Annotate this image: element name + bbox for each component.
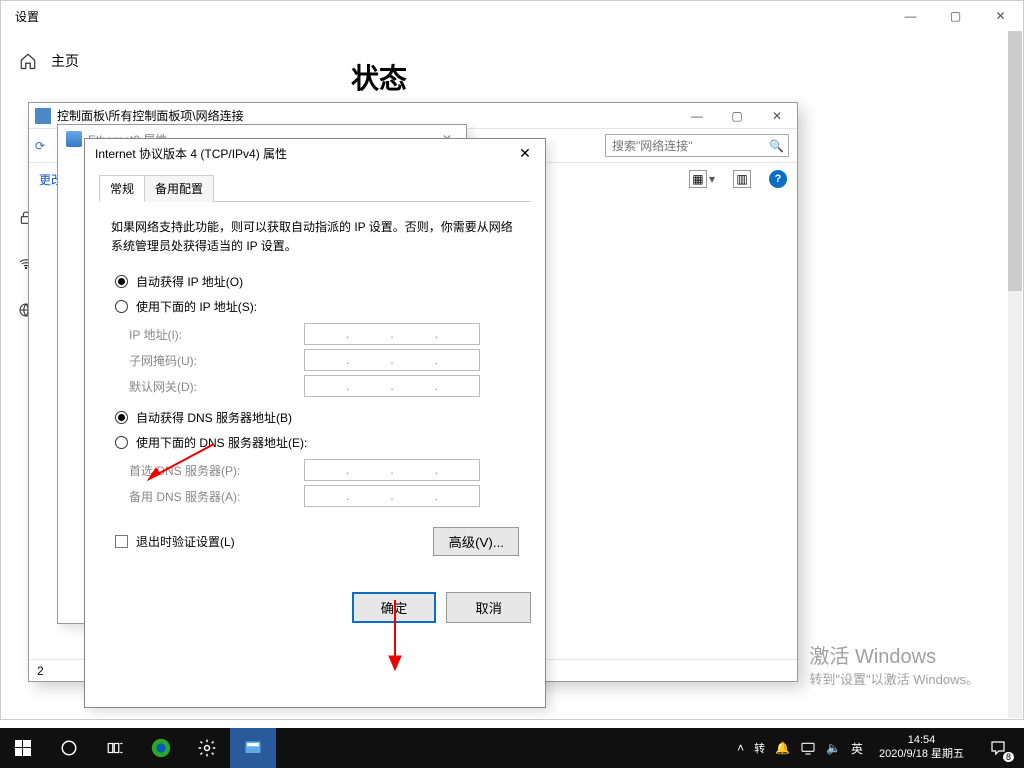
radio-ip-manual[interactable]: 使用下面的 IP 地址(S): [115,298,519,315]
tab-general[interactable]: 常规 [99,175,145,202]
minimize-icon[interactable]: — [888,1,933,31]
checkbox-icon[interactable] [115,535,128,548]
control-panel-icon [243,738,263,758]
close-icon[interactable]: ✕ [505,139,545,167]
ipv4-description: 如果网络支持此功能，则可以获取自动指派的 IP 设置。否则，你需要从网络系统管理… [111,218,519,255]
cp-icon [35,108,51,124]
refresh-icon[interactable]: ⟳ [29,135,51,157]
subnet-mask-input: ... [304,349,480,371]
ipv4-titlebar: Internet 协议版本 4 (TCP/IPv4) 属性 ✕ [85,139,545,167]
volume-icon[interactable]: 🔈 [826,741,841,755]
home-icon [19,52,37,70]
ipv4-tabs: 常规 备用配置 [99,175,531,202]
field-label: 子网掩码(U): [129,352,304,369]
field-ip-address: IP 地址(I): ... [129,323,519,345]
validate-on-exit-row: 退出时验证设置(L) 高级(V)... [115,527,519,556]
radio-icon [115,436,128,449]
task-view-button[interactable] [92,728,138,768]
gear-icon [197,738,217,758]
network-adapter-icon [66,131,82,147]
windows-logo-icon [15,740,31,756]
annotation-arrow-dns-auto [146,442,216,485]
cp-view-controls: ▦▾ ▥ ? [689,170,787,188]
search-icon[interactable]: 🔍 [769,139,784,153]
radio-icon [115,411,128,424]
close-icon[interactable]: ✕ [978,1,1023,31]
cortana-button[interactable] [46,728,92,768]
maximize-icon[interactable]: ▢ [717,103,757,128]
annotation-arrow-ok [380,598,410,676]
radio-label: 自动获得 DNS 服务器地址(B) [136,409,292,426]
cp-item-count: 2 [37,664,44,678]
settings-home-link[interactable]: 主页 [1,41,321,81]
field-label: 默认网关(D): [129,378,304,395]
field-gateway: 默认网关(D): ... [129,375,519,397]
ip-address-input: ... [304,323,480,345]
watermark-line2: 转到"设置"以激活 Windows。 [809,669,979,688]
clock-date: 2020/9/18 星期五 [879,748,964,762]
settings-title: 设置 [15,8,39,25]
cp-search-input[interactable]: 🔍 [605,134,789,157]
advanced-button[interactable]: 高级(V)... [433,527,519,556]
taskbar-app-settings[interactable] [184,728,230,768]
edge-icon [150,737,172,759]
cp-breadcrumb[interactable]: 控制面板\所有控制面板项\网络连接 [57,107,244,124]
field-dns-alt: 备用 DNS 服务器(A): ... [129,485,519,507]
status-heading: 状态 [351,57,993,97]
clock-time: 14:54 [879,734,964,748]
radio-dns-auto[interactable]: 自动获得 DNS 服务器地址(B) [115,409,519,426]
field-label: IP 地址(I): [129,326,304,343]
network-icon[interactable] [800,740,816,756]
ipv4-properties-dialog: Internet 协议版本 4 (TCP/IPv4) 属性 ✕ 常规 备用配置 … [84,138,546,708]
scrollbar-thumb[interactable] [1008,31,1022,291]
dialog-buttons: 确定 取消 [85,580,545,635]
ime-indicator[interactable]: 英 [851,740,863,757]
system-tray: ˄ 转 🔔 🔈 英 14:54 2020/9/18 星期五 8 [737,728,1024,768]
tab-panel-general: 如果网络支持此功能，则可以获取自动指派的 IP 设置。否则，你需要从网络系统管理… [99,202,531,566]
taskbar: ˄ 转 🔔 🔈 英 14:54 2020/9/18 星期五 8 [0,728,1024,768]
help-icon[interactable]: ? [769,170,787,188]
field-subnet: 子网掩码(U): ... [129,349,519,371]
settings-scrollbar[interactable] [1008,31,1022,718]
notif-badge: 8 [1003,752,1014,762]
radio-label: 自动获得 IP 地址(O) [136,273,243,290]
task-view-icon [106,739,124,757]
tab-alt-config[interactable]: 备用配置 [144,175,214,202]
watermark-line1: 激活 Windows [809,640,979,669]
action-center-button[interactable]: 8 [980,728,1016,768]
gateway-input: ... [304,375,480,397]
close-icon[interactable]: ✕ [757,103,797,128]
minimize-icon[interactable]: — [677,103,717,128]
taskbar-app-control-panel[interactable] [230,728,276,768]
cp-window-controls: — ▢ ✕ [677,103,797,128]
ip-fields: IP 地址(I): ... 子网掩码(U): ... 默认网关(D): ... [129,323,519,397]
ipv4-body: 常规 备用配置 如果网络支持此功能，则可以获取自动指派的 IP 设置。否则，你需… [85,167,545,580]
cp-search-field[interactable] [610,138,784,154]
cancel-button[interactable]: 取消 [446,592,531,623]
view-icons-button[interactable]: ▦▾ [689,170,715,188]
notifications-icon[interactable]: 🔔 [775,741,790,755]
validate-label: 退出时验证设置(L) [136,533,235,550]
ipv4-title: Internet 协议版本 4 (TCP/IPv4) 属性 [95,145,287,162]
settings-titlebar: 设置 — ▢ ✕ [1,1,1023,31]
dns-alt-input: ... [304,485,480,507]
taskbar-app-edge[interactable] [138,728,184,768]
tray-mic-label[interactable]: 转 [754,740,765,756]
radio-ip-auto[interactable]: 自动获得 IP 地址(O) [115,273,519,290]
radio-label: 使用下面的 IP 地址(S): [136,298,257,315]
radio-icon [115,300,128,313]
taskbar-clock[interactable]: 14:54 2020/9/18 星期五 [873,734,970,762]
start-button[interactable] [0,728,46,768]
view-details-button[interactable]: ▥ [733,170,751,188]
settings-window-controls: — ▢ ✕ [888,1,1023,31]
radio-icon [115,275,128,288]
settings-home-label: 主页 [51,51,79,71]
activation-watermark: 激活 Windows 转到"设置"以激活 Windows。 [809,640,979,688]
tray-chevron-up-icon[interactable]: ˄ [737,741,744,755]
maximize-icon[interactable]: ▢ [933,1,978,31]
field-label: 备用 DNS 服务器(A): [129,488,304,505]
dns-preferred-input: ... [304,459,480,481]
circle-icon [60,739,78,757]
